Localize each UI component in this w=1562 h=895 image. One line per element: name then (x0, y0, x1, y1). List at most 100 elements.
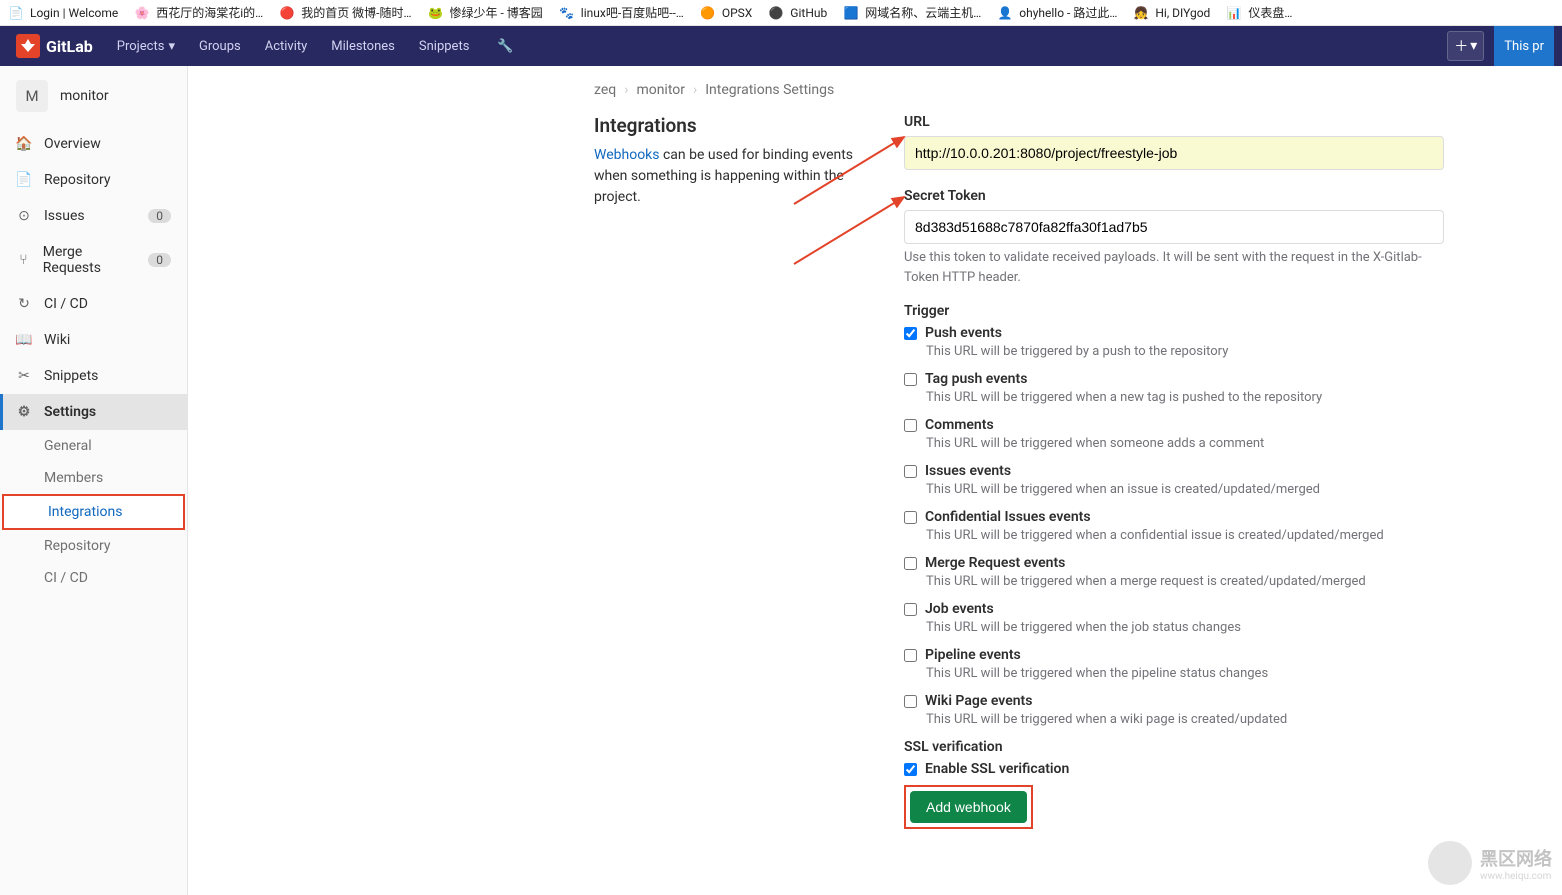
topnav-item[interactable]: Milestones (319, 26, 407, 66)
bookmark-item[interactable]: ⚫GitHub (768, 5, 827, 21)
chevron-down-icon: ▾ (168, 39, 175, 54)
ssl-label: SSL verification (904, 739, 1444, 755)
sidebar-icon: 🏠 (16, 136, 32, 152)
bookmark-label: Hi, DIYgod (1155, 6, 1210, 20)
sidebar-item[interactable]: 🏠Overview (0, 126, 187, 162)
bookmark-favicon: 📊 (1226, 5, 1242, 21)
gitlab-icon (16, 34, 40, 58)
trigger-checkbox[interactable] (904, 373, 917, 386)
sidebar-label: CI / CD (44, 296, 88, 312)
sidebar-sub-item[interactable]: Members (0, 462, 187, 494)
trigger-desc: This URL will be triggered when a new ta… (926, 390, 1444, 405)
sidebar-item[interactable]: ↻ CI / CD (0, 286, 187, 322)
page-title: Integrations (594, 114, 864, 137)
add-webhook-button[interactable]: Add webhook (910, 791, 1027, 823)
sidebar: M monitor 🏠Overview📄Repository⊙Issues0⑂M… (0, 66, 188, 895)
url-input[interactable] (904, 136, 1444, 170)
bookmark-favicon: 👧 (1133, 5, 1149, 21)
ssl-checkbox[interactable] (904, 763, 917, 776)
bookmark-label: 仪表盘… (1248, 4, 1292, 21)
sidebar-item[interactable]: ⚙Settings (0, 394, 187, 430)
bookmark-item[interactable]: 🟦网域名称、云端主机… (843, 4, 981, 21)
bookmark-item[interactable]: 🟠OPSX (700, 5, 752, 21)
topnav-item[interactable]: Groups (187, 26, 253, 66)
trigger-item: Job events This URL will be triggered whe… (904, 601, 1444, 635)
sidebar-item[interactable]: ⊙Issues0 (0, 198, 187, 234)
trigger-checkbox[interactable] (904, 419, 917, 432)
sidebar-icon: ↻ (16, 296, 32, 312)
bookmark-bar: 📄 Login | Welcome 🌸西花厅的海棠花i的… 🔴我的首页 微博-随时… 🐸… (0, 0, 1562, 26)
bookmark-item[interactable]: 🌸西花厅的海棠花i的… (134, 4, 263, 21)
sidebar-label: Repository (44, 172, 110, 188)
sidebar-sub-item[interactable]: Integrations (2, 494, 185, 530)
content: zeq› monitor› Integrations Settings Inte… (188, 66, 1562, 895)
bookmark-item[interactable]: 🐸惨绿少年 - 博客园 (428, 4, 543, 21)
ssl-check-label: Enable SSL verification (925, 761, 1069, 777)
this-project-button[interactable]: This pr (1494, 26, 1554, 66)
trigger-label: Job events (925, 601, 994, 617)
bookmark-favicon: 👤 (997, 5, 1013, 21)
trigger-item: Merge Request eventsThis URL will be tri… (904, 555, 1444, 589)
project-avatar: M (16, 80, 48, 112)
sidebar-item[interactable]: ✂Snippets (0, 358, 187, 394)
breadcrumb-page[interactable]: Integrations Settings (705, 82, 834, 98)
gitlab-logo[interactable]: GitLab (8, 34, 101, 58)
trigger-checkbox[interactable] (904, 511, 917, 524)
bookmark-label: ohyhello - 路过此… (1019, 4, 1117, 21)
trigger-desc: This URL will be triggered by a push to … (926, 344, 1444, 359)
breadcrumb-group[interactable]: zeq (594, 82, 616, 98)
sidebar-icon: 📖 (16, 332, 32, 348)
trigger-checkbox[interactable] (904, 603, 917, 616)
sidebar-sub-item[interactable]: CI / CD (0, 562, 187, 594)
trigger-desc: This URL will be triggered when the pipe… (926, 666, 1444, 681)
bookmark-label: Login | Welcome (30, 6, 118, 20)
trigger-checkbox[interactable] (904, 695, 917, 708)
trigger-checkbox[interactable] (904, 465, 917, 478)
bookmark-item[interactable]: 🐾linux吧-百度贴吧--… (559, 4, 684, 21)
bookmark-item[interactable]: 📄 Login | Welcome (8, 5, 118, 21)
top-nav: GitLab Projects ▾GroupsActivityMilestone… (0, 26, 1562, 66)
sidebar-label: Settings (44, 404, 96, 420)
sidebar-icon: ⑂ (16, 252, 31, 268)
sidebar-badge: 0 (148, 253, 171, 267)
admin-wrench[interactable]: 🔧 (485, 26, 525, 66)
trigger-item: Pipeline eventsThis URL will be triggere… (904, 647, 1444, 681)
sidebar-item[interactable]: 📖Wiki (0, 322, 187, 358)
bookmark-item[interactable]: 👧 Hi, DIYgod (1133, 5, 1210, 21)
token-input[interactable] (904, 210, 1444, 244)
bookmark-item[interactable]: 👤 ohyhello - 路过此… (997, 4, 1117, 21)
sidebar-sub-item[interactable]: Repository (0, 530, 187, 562)
trigger-item: Wiki Page eventsThis URL will be trigger… (904, 693, 1444, 727)
bookmark-label: OPSX (722, 6, 752, 20)
bookmark-favicon: 🐸 (428, 5, 444, 21)
trigger-checkbox[interactable] (904, 557, 917, 570)
bookmark-favicon: 🌸 (134, 5, 150, 21)
topnav-item[interactable]: Projects ▾ (105, 26, 187, 66)
trigger-desc: This URL will be triggered when a wiki p… (926, 712, 1444, 727)
trigger-checkbox[interactable] (904, 649, 917, 662)
breadcrumb: zeq› monitor› Integrations Settings (594, 66, 1546, 114)
new-dropdown[interactable]: ＋▾ (1447, 31, 1484, 61)
topnav-item[interactable]: Activity (253, 26, 320, 66)
bookmark-item[interactable]: 🔴我的首页 微博-随时… (279, 4, 411, 21)
sidebar-item[interactable]: 📄 Repository (0, 162, 187, 198)
trigger-label: Push events (925, 325, 1002, 341)
trigger-desc: This URL will be triggered when a confid… (926, 528, 1444, 543)
project-name: monitor (60, 88, 109, 104)
trigger-checkbox[interactable] (904, 327, 917, 340)
bookmark-item[interactable]: 📊 仪表盘… (1226, 4, 1292, 21)
sidebar-item[interactable]: ⑂Merge Requests0 (0, 234, 187, 286)
sidebar-project[interactable]: M monitor (0, 66, 187, 126)
trigger-item: Tag push eventsThis URL will be triggere… (904, 371, 1444, 405)
webhooks-link[interactable]: Webhooks (594, 147, 660, 163)
sidebar-sub-item[interactable]: General (0, 430, 187, 462)
breadcrumb-project[interactable]: monitor (636, 82, 685, 98)
chevron-down-icon: ▾ (1470, 38, 1477, 54)
topnav-item[interactable]: Snippets (407, 26, 482, 66)
sidebar-icon: 📄 (16, 172, 32, 188)
trigger-desc: This URL will be triggered when the job … (926, 620, 1444, 635)
trigger-item: Push events This URL will be triggered by… (904, 325, 1444, 359)
submit-highlight-box: Add webhook (904, 785, 1033, 829)
trigger-desc: This URL will be triggered when someone … (926, 436, 1444, 451)
bookmark-favicon: 📄 (8, 5, 24, 21)
